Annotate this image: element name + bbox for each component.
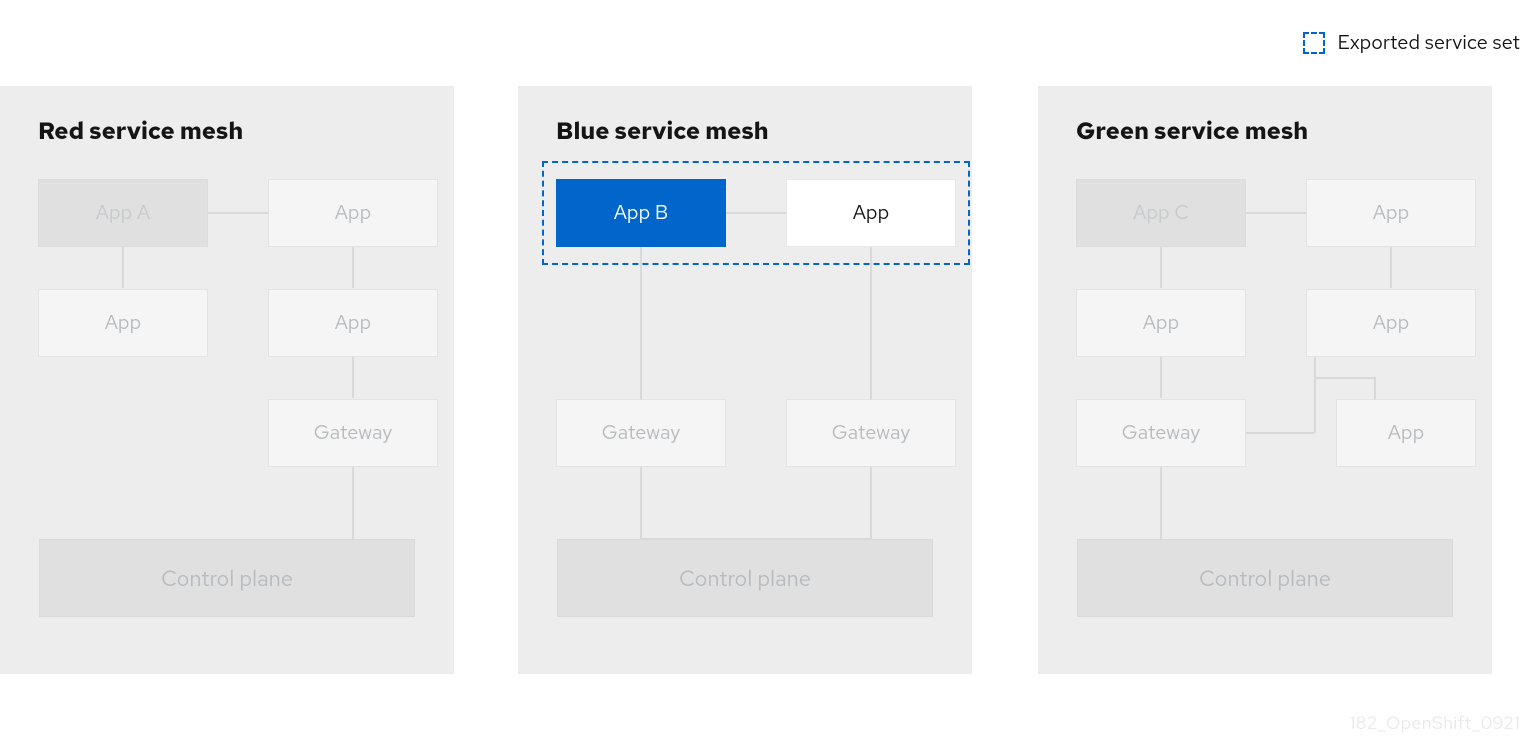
node-control-plane: Control plane — [557, 539, 933, 617]
node-gateway: Gateway — [786, 399, 956, 467]
node-label: Gateway — [1122, 420, 1201, 446]
legend-swatch-exported — [1303, 32, 1325, 54]
node-label: App A — [96, 200, 150, 226]
node-label: App — [335, 310, 372, 336]
connector — [1374, 377, 1376, 399]
mesh-blue-body: App B App Gateway Gateway Control plane — [556, 161, 934, 661]
node-gateway: Gateway — [268, 399, 438, 467]
mesh-red: Red service mesh App A App App App Gatew… — [0, 86, 454, 674]
connector — [1314, 377, 1376, 379]
mesh-green-body: App C App App App Gateway App Control pl… — [1076, 161, 1454, 661]
node-label: Gateway — [602, 420, 681, 446]
node-app: App — [38, 289, 208, 357]
connector — [870, 246, 872, 399]
connector — [870, 467, 872, 539]
footer-mark: 182_OpenShift_0921 — [1350, 712, 1520, 735]
node-label: App — [105, 310, 142, 336]
connector — [1246, 212, 1306, 214]
mesh-blue: Blue service mesh App B App Gateway Gate… — [518, 86, 972, 674]
node-app: App — [1306, 179, 1476, 247]
node-label: App B — [614, 200, 669, 226]
node-label: Control plane — [161, 564, 293, 593]
connector — [208, 212, 268, 214]
node-app: App — [1336, 399, 1476, 467]
node-label: App — [1388, 420, 1425, 446]
node-label: App — [1373, 200, 1410, 226]
connector — [726, 212, 786, 214]
node-label: Control plane — [1199, 564, 1331, 593]
connector — [640, 246, 642, 399]
node-app: App — [1306, 289, 1476, 357]
node-label: App C — [1133, 200, 1189, 226]
connector — [1246, 432, 1314, 434]
connector — [1160, 467, 1162, 539]
connector — [1160, 356, 1162, 398]
connector — [352, 467, 354, 539]
mesh-red-title: Red service mesh — [38, 116, 416, 147]
node-label: Gateway — [832, 420, 911, 446]
connector — [1390, 246, 1392, 288]
connector — [122, 246, 124, 288]
mesh-green: Green service mesh App C App App App Gat… — [1038, 86, 1492, 674]
mesh-green-title: Green service mesh — [1076, 116, 1454, 147]
node-label: Control plane — [679, 564, 811, 593]
node-app: App — [268, 289, 438, 357]
node-label: App — [1373, 310, 1410, 336]
node-app-b: App B — [556, 179, 726, 247]
node-gateway: Gateway — [1076, 399, 1246, 467]
connector — [352, 356, 354, 398]
node-label: App — [335, 200, 372, 226]
node-gateway: Gateway — [556, 399, 726, 467]
connector — [352, 246, 354, 288]
node-app: App — [786, 179, 956, 247]
legend-label: Exported service set — [1337, 30, 1520, 56]
node-app: App — [1076, 289, 1246, 357]
node-control-plane: Control plane — [39, 539, 415, 617]
node-app-c: App C — [1076, 179, 1246, 247]
node-label: Gateway — [314, 420, 393, 446]
connector — [1160, 246, 1162, 288]
node-app-a: App A — [38, 179, 208, 247]
legend: Exported service set — [1303, 30, 1520, 56]
node-control-plane: Control plane — [1077, 539, 1453, 617]
mesh-red-body: App A App App App Gateway Control plane — [38, 161, 416, 661]
node-app: App — [268, 179, 438, 247]
node-label: App — [853, 200, 890, 226]
mesh-blue-title: Blue service mesh — [556, 116, 934, 147]
connector — [640, 467, 642, 539]
node-label: App — [1143, 310, 1180, 336]
